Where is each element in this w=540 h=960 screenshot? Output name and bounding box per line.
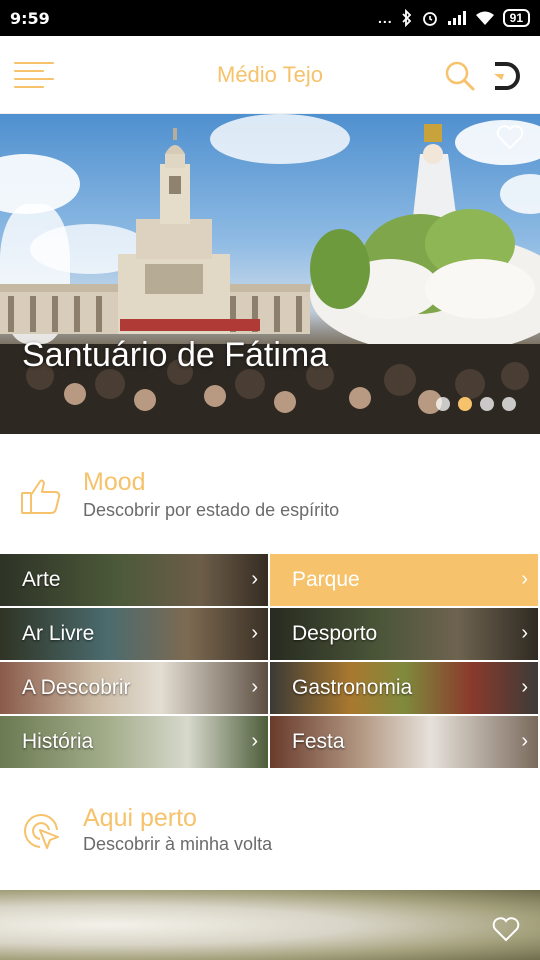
menu-icon[interactable] [14, 62, 54, 90]
logo-icon[interactable] [490, 60, 522, 92]
category-label: Ar Livre [22, 622, 95, 645]
category-label: Desporto [292, 622, 378, 645]
hero-title[interactable]: Santuário de Fátima [22, 336, 328, 375]
heart-icon[interactable] [496, 124, 524, 150]
category-label: A Descobrir [22, 676, 131, 699]
signal-icon [447, 11, 466, 25]
mood-title: Mood [83, 468, 146, 496]
featured-card[interactable] [0, 890, 540, 960]
mood-section[interactable]: Mood Descobrir por estado de espírito [0, 450, 540, 540]
nearby-title: Aqui perto [83, 804, 197, 832]
category-tile-parque[interactable]: Parque › [270, 554, 538, 606]
category-label: Arte [22, 568, 61, 591]
chevron-right-icon: › [251, 568, 258, 590]
app-header: Médio Tejo [0, 36, 540, 114]
bluetooth-icon [402, 9, 411, 27]
location-cursor-icon [24, 814, 59, 849]
carousel-dot-active[interactable] [458, 397, 472, 411]
notification-dots: ... [377, 10, 393, 26]
chevron-right-icon: › [251, 730, 258, 752]
chevron-right-icon: › [521, 568, 528, 590]
heart-icon[interactable] [492, 916, 520, 942]
category-tile-arte[interactable]: Arte › [0, 554, 268, 606]
category-tile-gastronomia[interactable]: Gastronomia › [270, 662, 538, 714]
category-label: Festa [292, 730, 345, 753]
category-label: Parque [292, 568, 360, 591]
carousel-dot[interactable] [480, 397, 494, 411]
mood-subtitle: Descobrir por estado de espírito [83, 500, 340, 520]
search-icon[interactable] [444, 60, 476, 92]
chevron-right-icon: › [251, 622, 258, 644]
category-label: Gastronomia [292, 676, 413, 699]
alarm-icon [422, 12, 437, 26]
sanctuary-photo [0, 124, 540, 434]
category-tile-a-descobrir[interactable]: A Descobrir › [0, 662, 268, 714]
nearby-section[interactable]: Aqui perto Descobrir à minha volta [0, 788, 540, 878]
hero-carousel[interactable]: Santuário de Fátima [0, 114, 540, 434]
chevron-right-icon: › [521, 676, 528, 698]
wifi-icon [475, 11, 494, 25]
chevron-right-icon: › [251, 676, 258, 698]
status-icons: ... 91 [378, 9, 530, 27]
nearby-subtitle: Descobrir à minha volta [83, 834, 273, 854]
category-tile-ar-livre[interactable]: Ar Livre › [0, 608, 268, 660]
status-bar: 9:59 ... 91 [0, 0, 540, 36]
chevron-right-icon: › [521, 730, 528, 752]
carousel-pagination[interactable] [436, 397, 516, 411]
thumbs-up-icon [21, 479, 61, 514]
status-time: 9:59 [10, 8, 50, 28]
chevron-right-icon: › [521, 622, 528, 644]
carousel-dot[interactable] [502, 397, 516, 411]
mood-category-grid: Arte › Parque › Ar Livre › Desporto › A … [0, 554, 540, 770]
category-tile-festa[interactable]: Festa › [270, 716, 538, 768]
category-tile-desporto[interactable]: Desporto › [270, 608, 538, 660]
battery-indicator: 91 [502, 9, 530, 27]
category-tile-historia[interactable]: História › [0, 716, 268, 768]
category-label: História [22, 730, 94, 753]
carousel-dot[interactable] [436, 397, 450, 411]
